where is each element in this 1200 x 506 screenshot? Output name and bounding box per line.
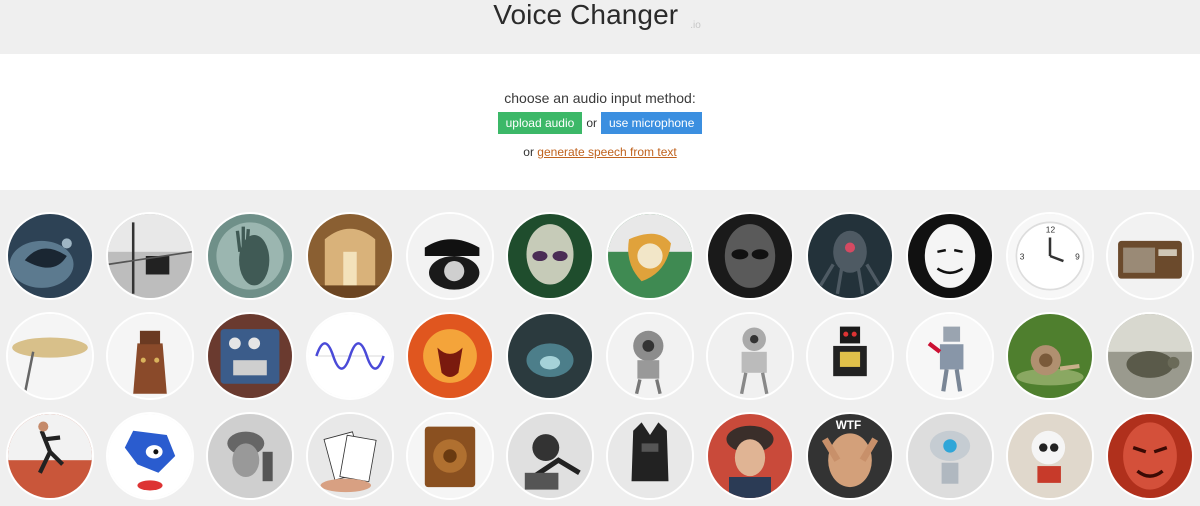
voice-speaker-icon — [408, 414, 492, 498]
voice-sonic-icon — [108, 414, 192, 498]
voice-telephone[interactable] — [406, 212, 494, 300]
page-title: Voice Changer — [493, 0, 679, 30]
voice-sonic[interactable] — [106, 412, 194, 500]
voice-snail[interactable] — [1006, 312, 1094, 400]
voice-pedal[interactable] — [206, 312, 294, 400]
use-microphone-button[interactable]: use microphone — [601, 112, 703, 134]
tts-or-text: or — [523, 145, 534, 159]
voice-russian[interactable] — [706, 412, 794, 500]
or-text: or — [586, 116, 597, 130]
voice-robot-1-icon — [608, 314, 692, 398]
voice-wtf-icon: WTF — [808, 414, 892, 498]
voice-dark-lord[interactable] — [606, 412, 694, 500]
voice-reversed-clock[interactable]: 12 3 9 — [1006, 212, 1094, 300]
voice-sine-wave-icon — [308, 314, 392, 398]
voice-ghost[interactable] — [206, 212, 294, 300]
voice-ghost-icon — [208, 214, 292, 298]
input-method-panel: choose an audio input method: upload aud… — [0, 54, 1200, 190]
voice-toy-robot[interactable] — [806, 312, 894, 400]
voice-fire-demon[interactable] — [406, 312, 494, 400]
svg-text:12: 12 — [1046, 224, 1056, 234]
voice-robot-3-icon — [908, 414, 992, 498]
voice-sine-wave[interactable] — [306, 312, 394, 400]
voice-soldier[interactable] — [206, 412, 294, 500]
svg-text:3: 3 — [1020, 251, 1025, 261]
voice-red-demon-icon — [1108, 414, 1192, 498]
voice-robot-2[interactable] — [706, 312, 794, 400]
voice-phonograph[interactable] — [506, 412, 594, 500]
upload-audio-button[interactable]: upload audio — [497, 112, 583, 134]
voice-russian-icon — [708, 414, 792, 498]
voice-turtle-icon — [1108, 314, 1192, 398]
voice-cathedral[interactable] — [306, 212, 394, 300]
voice-lego-robot-icon — [908, 314, 992, 398]
voice-anonymous[interactable] — [906, 212, 994, 300]
title-suffix: .io — [690, 20, 701, 31]
voice-radio-icon — [1108, 214, 1192, 298]
voice-alien-icon — [508, 214, 592, 298]
voice-dark-lord-icon — [608, 414, 692, 498]
voice-radio[interactable] — [1106, 212, 1194, 300]
voice-anonymous-icon — [908, 214, 992, 298]
voice-reversed-clock-icon: 12 3 9 — [1008, 214, 1092, 298]
voice-dark-alien[interactable] — [706, 212, 794, 300]
voice-robot-4-icon — [1008, 414, 1092, 498]
voice-monster[interactable] — [6, 212, 94, 300]
voice-turtle[interactable] — [1106, 312, 1194, 400]
voice-wtf[interactable]: WTF — [806, 412, 894, 500]
voice-fire-demon-icon — [408, 314, 492, 398]
voice-phonograph-icon — [508, 414, 592, 498]
voice-dalek[interactable] — [106, 312, 194, 400]
voice-sprinter-icon — [8, 414, 92, 498]
voice-alien[interactable] — [506, 212, 594, 300]
voice-robot-spider-icon — [808, 214, 892, 298]
voice-robot-1[interactable] — [606, 312, 694, 400]
voice-cymbal[interactable] — [6, 312, 94, 400]
voice-pedal-icon — [208, 314, 292, 398]
voice-melting-clock[interactable] — [606, 212, 694, 300]
svg-text:9: 9 — [1075, 251, 1080, 261]
tts-row: or generate speech from text — [0, 145, 1200, 159]
page-header: Voice Changer .io — [0, 0, 1200, 54]
input-prompt: choose an audio input method: — [504, 90, 696, 106]
voice-toy-robot-icon — [808, 314, 892, 398]
voice-cave-icon — [508, 314, 592, 398]
svg-text:WTF: WTF — [836, 419, 861, 432]
voice-red-demon[interactable] — [1106, 412, 1194, 500]
generate-speech-link[interactable]: generate speech from text — [537, 145, 676, 159]
voice-speaker[interactable] — [406, 412, 494, 500]
voice-dalek-icon — [108, 314, 192, 398]
voice-melting-clock-icon — [608, 214, 692, 298]
voice-cave[interactable] — [506, 312, 594, 400]
voice-dark-alien-icon — [708, 214, 792, 298]
voice-robot-spider[interactable] — [806, 212, 894, 300]
voice-cathedral-icon — [308, 214, 392, 298]
voice-radio-tower-icon — [108, 214, 192, 298]
voice-cards-icon — [308, 414, 392, 498]
voice-lego-robot[interactable] — [906, 312, 994, 400]
voice-radio-tower[interactable] — [106, 212, 194, 300]
input-buttons: upload audio or use microphone — [0, 112, 1200, 134]
voice-robot-2-icon — [708, 314, 792, 398]
voice-robot-4[interactable] — [1006, 412, 1094, 500]
voice-snail-icon — [1008, 314, 1092, 398]
voice-soldier-icon — [208, 414, 292, 498]
voice-monster-icon — [8, 214, 92, 298]
voice-telephone-icon — [408, 214, 492, 298]
voice-cymbal-icon — [8, 314, 92, 398]
voice-sprinter[interactable] — [6, 412, 94, 500]
voice-robot-3[interactable] — [906, 412, 994, 500]
voice-cards[interactable] — [306, 412, 394, 500]
